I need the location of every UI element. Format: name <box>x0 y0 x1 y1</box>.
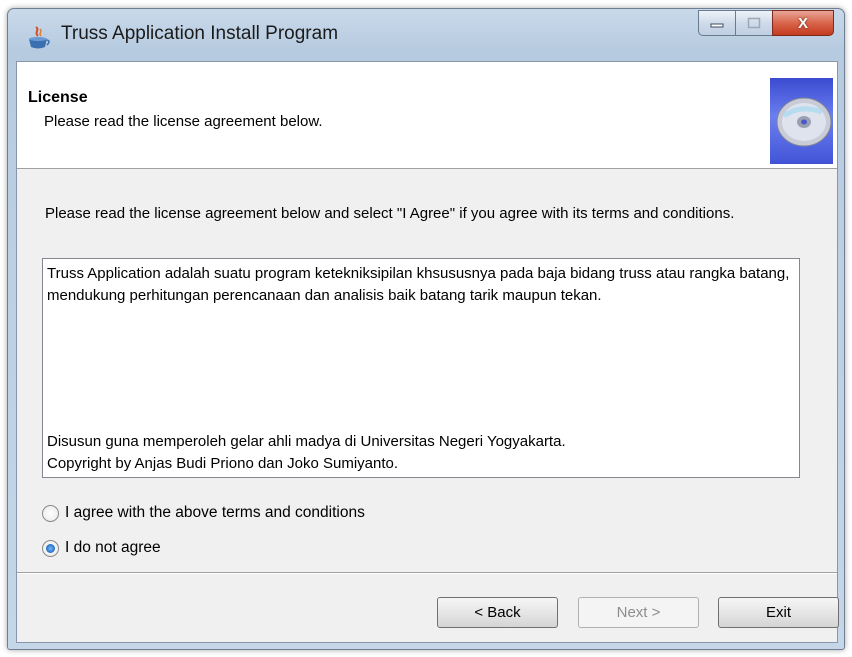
wizard-header: License Please read the license agreemen… <box>17 62 837 169</box>
footer-divider <box>17 572 837 574</box>
close-button[interactable]: X <box>772 10 834 36</box>
cd-banner-image <box>770 78 833 164</box>
maximize-icon <box>747 17 761 29</box>
license-line: Disusun guna memperoleh gelar ahli madya… <box>47 433 566 450</box>
header-subtitle: Please read the license agreement below. <box>44 113 323 130</box>
license-text-area[interactable]: Truss Application adalah suatu program k… <box>42 258 800 478</box>
intro-text: Please read the license agreement below … <box>45 205 735 222</box>
disagree-label: I do not agree <box>65 539 161 556</box>
back-button[interactable]: < Back <box>437 597 558 628</box>
minimize-icon <box>710 23 724 28</box>
window-title: Truss Application Install Program <box>61 23 339 44</box>
exit-button[interactable]: Exit <box>718 597 839 628</box>
header-title: License <box>28 89 88 106</box>
next-button[interactable]: Next > <box>578 597 699 628</box>
java-app-icon <box>29 26 50 49</box>
maximize-button[interactable] <box>735 10 773 36</box>
disagree-option[interactable]: I do not agree <box>42 539 161 557</box>
license-paragraph: Truss Application adalah suatu program k… <box>47 265 790 304</box>
minimize-button[interactable] <box>698 10 736 36</box>
title-bar[interactable]: Truss Application Install Program X <box>8 9 844 63</box>
agree-option[interactable]: I agree with the above terms and conditi… <box>42 504 365 522</box>
client-area: License Please read the license agreemen… <box>16 61 839 643</box>
installer-window: Truss Application Install Program X Lice… <box>7 8 845 650</box>
license-copyright: Copyright by Anjas Budi Priono dan Joko … <box>47 455 399 472</box>
license-content: Truss Application adalah suatu program k… <box>47 263 791 472</box>
close-icon: X <box>797 14 808 32</box>
cd-disc-icon <box>776 97 832 147</box>
agree-label: I agree with the above terms and conditi… <box>65 504 365 521</box>
agree-radio[interactable] <box>42 504 59 522</box>
disagree-radio[interactable] <box>42 539 59 557</box>
caption-buttons: X <box>698 10 834 36</box>
